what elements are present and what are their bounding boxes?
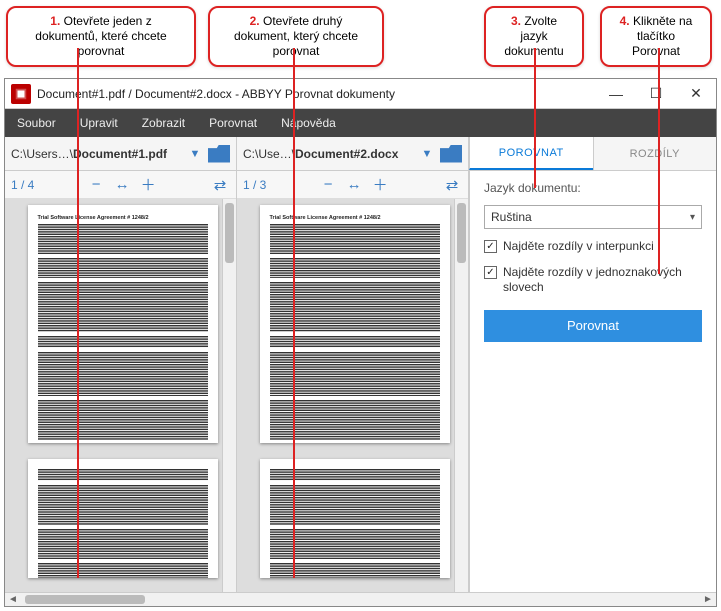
left-file-cell: C:\Users…\ Document#1.pdf ▼ [5, 137, 237, 170]
menu-compare[interactable]: Porovnat [197, 109, 269, 137]
hscroll-left-arrow[interactable]: ◄ [5, 593, 21, 607]
checkbox-punctuation-label: Najděte rozdíly v interpunkci [503, 239, 654, 255]
horizontal-scrollbar[interactable]: ◄ ► [5, 592, 716, 606]
side-panel: Jazyk dokumentu: Ruština ▾ ✓ Najděte roz… [469, 171, 716, 592]
callout-1-num: 1. [50, 14, 60, 28]
left-page-1: Trial Software License Agreement # 1248/… [28, 205, 218, 443]
left-file-path: C:\Users…\ Document#1.pdf [11, 147, 182, 161]
toolbar: C:\Users…\ Document#1.pdf ▼ C:\Use…\ Doc… [5, 137, 716, 171]
right-file-path: C:\Use…\ Document#2.docx [243, 147, 414, 161]
right-page-1-title: Trial Software License Agreement # 1248/… [270, 215, 440, 222]
callout-4-text: Klikněte na tlačítko Porovnat [632, 14, 692, 58]
callout-3-num: 3. [511, 14, 521, 28]
tab-compare[interactable]: POROVNAT [469, 137, 593, 170]
left-page-2 [28, 459, 218, 578]
side-tabs: POROVNAT ROZDÍLY [469, 137, 716, 170]
maximize-button[interactable]: ☐ [636, 79, 676, 109]
left-file-prefix: C:\Users…\ [11, 147, 73, 161]
app-icon [11, 84, 31, 104]
compare-button[interactable]: Porovnat [484, 310, 702, 342]
left-vertical-scrollbar[interactable] [222, 199, 236, 592]
right-doc-controls: 1 / 3 − ↔ ＋ ⇄ [237, 171, 468, 199]
left-file-dropdown[interactable]: ▼ [186, 145, 204, 163]
callout-2-num: 2. [250, 14, 260, 28]
right-open-folder-icon[interactable] [440, 145, 462, 163]
right-page-indicator: 1 / 3 [243, 178, 266, 192]
left-page-indicator: 1 / 4 [11, 178, 34, 192]
right-file-prefix: C:\Use…\ [243, 147, 295, 161]
chevron-down-icon: ▾ [690, 212, 695, 223]
right-file-dropdown[interactable]: ▼ [418, 145, 436, 163]
menu-help[interactable]: Nápověda [269, 109, 348, 137]
right-vertical-scrollbar[interactable] [454, 199, 468, 592]
menubar: Soubor Upravit Zobrazit Porovnat Nápověd… [5, 109, 716, 137]
app-window: Document#1.pdf / Document#2.docx - ABBYY… [4, 78, 717, 607]
right-page-1: Trial Software License Agreement # 1248/… [260, 205, 450, 443]
right-doc-pane: 1 / 3 − ↔ ＋ ⇄ Trial Software License Agr… [237, 171, 469, 592]
callout-3-leader [534, 48, 536, 188]
left-file-name: Document#1.pdf [73, 147, 167, 161]
checkbox-singlechar-box: ✓ [484, 266, 497, 279]
right-file-name: Document#2.docx [295, 147, 398, 161]
right-zoom-in-icon[interactable]: ＋ [370, 175, 390, 195]
callout-4-leader [658, 48, 660, 274]
checkbox-punctuation-box: ✓ [484, 240, 497, 253]
language-label: Jazyk dokumentu: [484, 181, 702, 195]
callout-2-leader [293, 48, 295, 578]
right-file-cell: C:\Use…\ Document#2.docx ▼ [237, 137, 469, 170]
left-open-folder-icon[interactable] [208, 145, 230, 163]
callout-2: 2. Otevřete druhý dokument, který chcete… [208, 6, 384, 67]
tutorial-callouts: 1. Otevřete jeden z dokumentů, které chc… [0, 6, 721, 80]
callout-1: 1. Otevřete jeden z dokumentů, které chc… [6, 6, 196, 67]
left-doc-pane: 1 / 4 − ↔ ＋ ⇄ Trial Software License Agr… [5, 171, 237, 592]
callout-1-leader [77, 48, 79, 578]
checkbox-singlechar[interactable]: ✓ Najděte rozdíly v jednoznakových slove… [484, 265, 702, 296]
checkbox-singlechar-label: Najděte rozdíly v jednoznakových slovech [503, 265, 702, 296]
left-doc-viewport[interactable]: Trial Software License Agreement # 1248/… [5, 199, 236, 592]
left-fit-width-icon[interactable]: ↔ [112, 175, 132, 195]
callout-4: 4. Klikněte na tlačítko Porovnat [600, 6, 712, 67]
menu-file[interactable]: Soubor [5, 109, 68, 137]
titlebar: Document#1.pdf / Document#2.docx - ABBYY… [5, 79, 716, 109]
right-page-2 [260, 459, 450, 578]
callout-4-num: 4. [620, 14, 630, 28]
left-zoom-out-icon[interactable]: − [86, 175, 106, 195]
left-doc-controls: 1 / 4 − ↔ ＋ ⇄ [5, 171, 236, 199]
window-title: Document#1.pdf / Document#2.docx - ABBYY… [37, 87, 596, 101]
language-select[interactable]: Ruština ▾ [484, 205, 702, 229]
right-doc-viewport[interactable]: Trial Software License Agreement # 1248/… [237, 199, 468, 592]
language-value: Ruština [491, 210, 532, 224]
minimize-button[interactable]: — [596, 79, 636, 109]
right-sync-scroll-icon[interactable]: ⇄ [442, 175, 462, 195]
left-zoom-in-icon[interactable]: ＋ [138, 175, 158, 195]
menu-view[interactable]: Zobrazit [130, 109, 197, 137]
right-zoom-out-icon[interactable]: − [318, 175, 338, 195]
hscroll-track[interactable] [21, 593, 700, 606]
hscroll-right-arrow[interactable]: ► [700, 593, 716, 607]
checkbox-punctuation[interactable]: ✓ Najděte rozdíly v interpunkci [484, 239, 702, 255]
content-area: 1 / 4 − ↔ ＋ ⇄ Trial Software License Agr… [5, 171, 716, 592]
tab-diffs[interactable]: ROZDÍLY [593, 137, 717, 170]
close-button[interactable]: ✕ [676, 79, 716, 109]
left-sync-scroll-icon[interactable]: ⇄ [210, 175, 230, 195]
left-page-1-title: Trial Software License Agreement # 1248/… [38, 215, 208, 222]
right-fit-width-icon[interactable]: ↔ [344, 175, 364, 195]
